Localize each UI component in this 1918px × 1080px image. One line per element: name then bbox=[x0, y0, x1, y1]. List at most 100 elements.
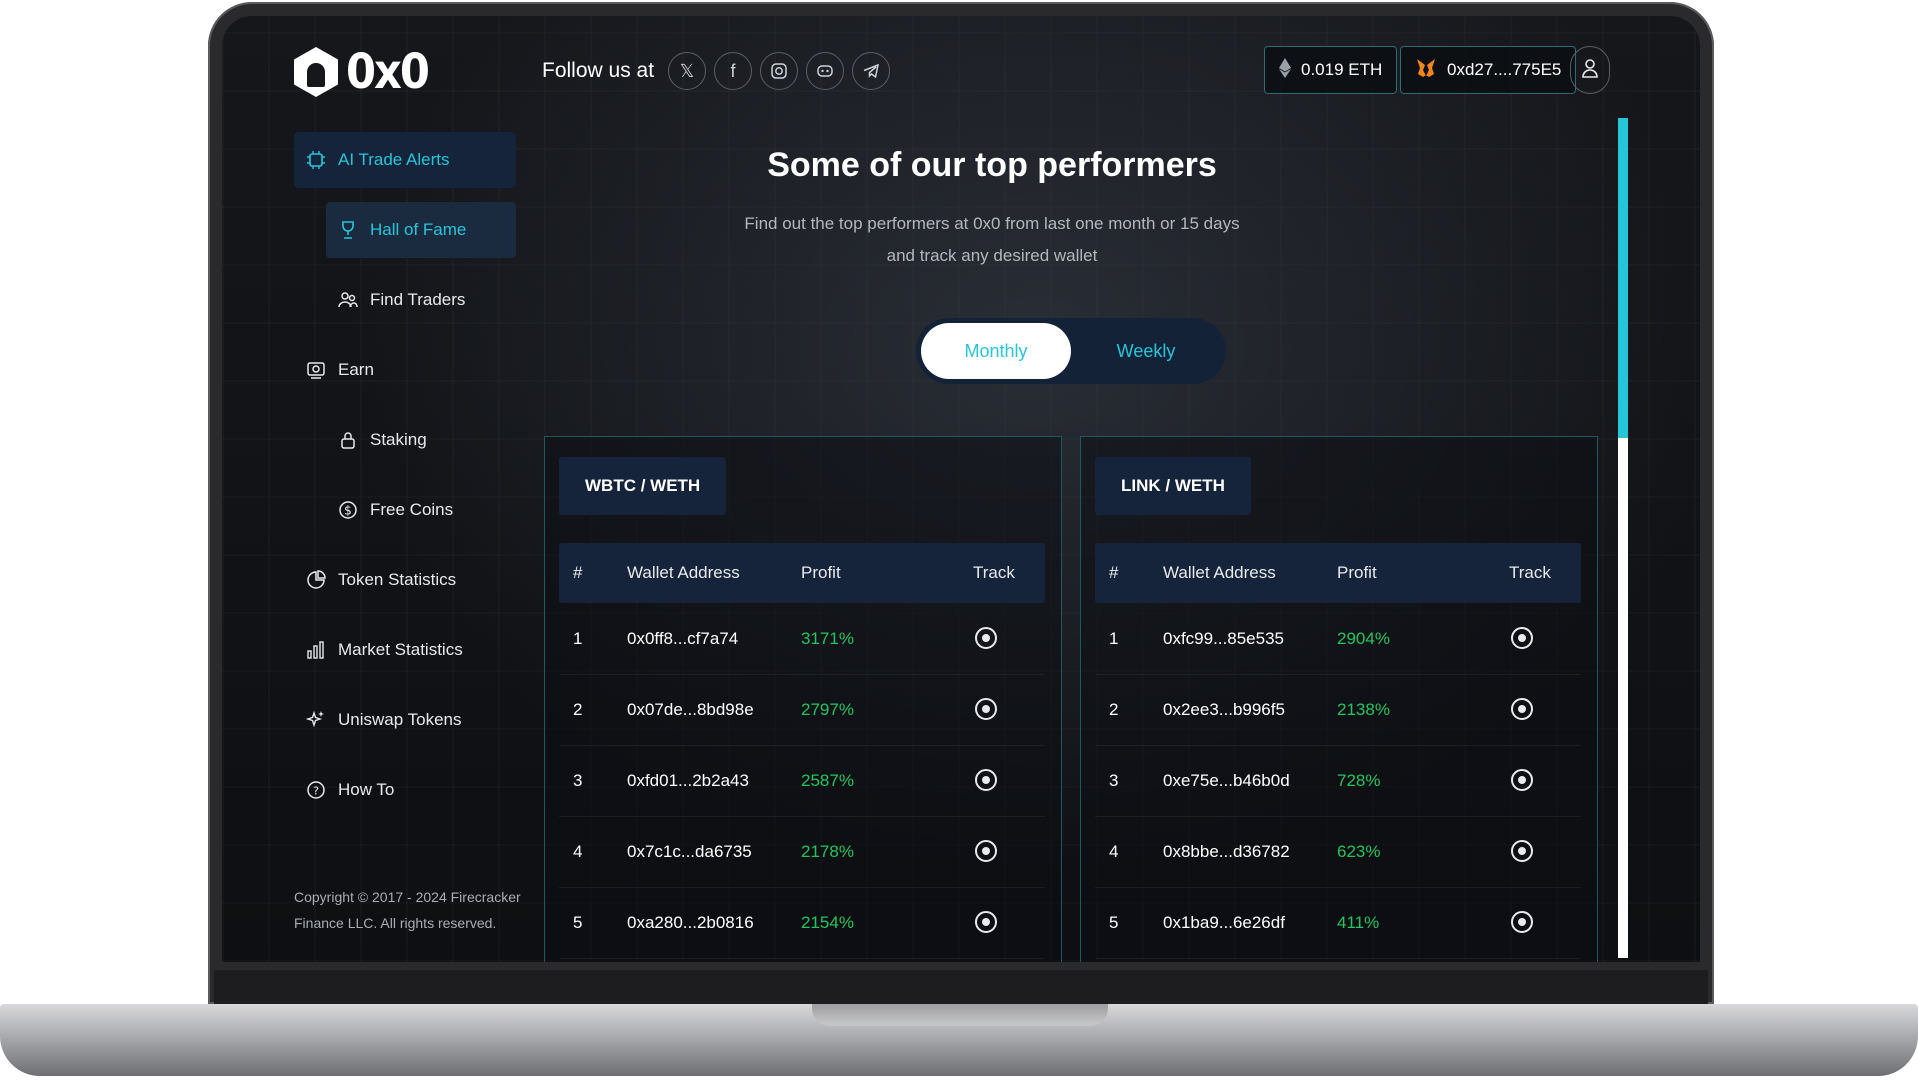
row-profit: 2904% bbox=[1337, 629, 1390, 648]
row-num: 1 bbox=[573, 629, 583, 648]
period-toggle: Monthly Weekly bbox=[916, 318, 1226, 384]
sidebar-item-market-statistics[interactable]: Market Statistics bbox=[294, 622, 516, 678]
header-track: Track bbox=[973, 563, 1015, 582]
sidebar-item-label: Market Statistics bbox=[338, 640, 463, 659]
sidebar-item-find-traders[interactable]: Find Traders bbox=[326, 272, 516, 328]
social-follow-bar: Follow us at 𝕏 f bbox=[542, 52, 891, 90]
track-eye-icon[interactable] bbox=[1511, 627, 1533, 649]
ethereum-icon bbox=[1279, 57, 1291, 83]
table-row: 1 0x0ff8...cf7a74 3171% bbox=[559, 603, 1045, 675]
telegram-icon[interactable] bbox=[852, 52, 891, 90]
row-wallet[interactable]: 0xa280...2b0816 bbox=[627, 887, 754, 958]
row-profit: 2587% bbox=[801, 771, 854, 790]
track-eye-icon[interactable] bbox=[975, 840, 997, 862]
row-wallet[interactable]: 0x8bbe...d36782 bbox=[1163, 816, 1290, 887]
row-profit: 2178% bbox=[801, 842, 854, 861]
bar-chart-icon bbox=[306, 640, 326, 660]
sidebar-item-label: Find Traders bbox=[370, 290, 466, 309]
track-eye-icon[interactable] bbox=[1511, 698, 1533, 720]
table-row: 3 0xe75e...b46b0d 728% bbox=[1095, 745, 1581, 817]
row-num: 5 bbox=[573, 913, 583, 932]
sidebar-item-token-statistics[interactable]: Token Statistics bbox=[294, 552, 516, 608]
table-row: 2 0x07de...8bd98e 2797% bbox=[559, 674, 1045, 746]
table-row: 5 0x1ba9...6e26df 411% bbox=[1095, 887, 1581, 959]
header-profit: Profit bbox=[1337, 563, 1377, 582]
page-title: Some of our top performers bbox=[767, 146, 1217, 184]
brand-logo[interactable]: 0x0 bbox=[294, 44, 430, 100]
row-wallet[interactable]: 0x7c1c...da6735 bbox=[627, 816, 752, 887]
copyright-text: Copyright © 2017 - 2024 Firecracker Fina… bbox=[294, 889, 521, 931]
row-num: 5 bbox=[1109, 913, 1119, 932]
row-wallet[interactable]: 0x07de...8bd98e bbox=[627, 674, 754, 745]
row-wallet[interactable]: 0xfd01...2b2a43 bbox=[627, 745, 749, 816]
sidebar-item-hall-of-fame[interactable]: Hall of Fame bbox=[326, 202, 516, 258]
row-wallet[interactable]: 0x2ee3...b996f5 bbox=[1163, 674, 1285, 745]
sidebar-item-uniswap-tokens[interactable]: Uniswap Tokens bbox=[294, 692, 516, 748]
row-num: 1 bbox=[1109, 629, 1119, 648]
track-eye-icon[interactable] bbox=[1511, 911, 1533, 933]
earn-icon bbox=[306, 360, 326, 380]
sidebar-item-free-coins[interactable]: $ Free Coins bbox=[326, 482, 516, 538]
sidebar-item-label: Uniswap Tokens bbox=[338, 710, 462, 729]
dollar-coin-icon: $ bbox=[338, 500, 358, 520]
sidebar-item-how-to[interactable]: ? How To bbox=[294, 762, 516, 818]
track-eye-icon[interactable] bbox=[975, 698, 997, 720]
row-wallet[interactable]: 0x0ff8...cf7a74 bbox=[627, 603, 738, 674]
follow-label: Follow us at bbox=[542, 59, 655, 82]
eth-balance: 0.019 ETH bbox=[1301, 60, 1383, 79]
svg-text:$: $ bbox=[344, 504, 352, 518]
row-profit: 623% bbox=[1337, 842, 1381, 861]
users-icon bbox=[338, 290, 358, 310]
performer-card-wbtc-weth: WBTC / WETH # Wallet Address Profit Trac… bbox=[544, 436, 1062, 962]
sidebar-item-staking[interactable]: Staking bbox=[326, 412, 516, 468]
track-eye-icon[interactable] bbox=[1511, 840, 1533, 862]
row-num: 3 bbox=[1109, 771, 1119, 790]
header-num: # bbox=[1109, 563, 1119, 582]
instagram-icon[interactable] bbox=[760, 52, 799, 90]
row-num: 2 bbox=[573, 700, 583, 719]
row-profit: 411% bbox=[1337, 913, 1380, 932]
laptop-bezel bbox=[214, 970, 1708, 1004]
wallet-address: 0xd27....775E5 bbox=[1447, 60, 1562, 79]
row-profit: 2138% bbox=[1337, 700, 1390, 719]
track-eye-icon[interactable] bbox=[975, 911, 997, 933]
header-num: # bbox=[573, 563, 583, 582]
row-wallet[interactable]: 0x1ba9...6e26df bbox=[1163, 887, 1285, 958]
page-scrollbar[interactable] bbox=[1618, 118, 1628, 958]
toggle-monthly[interactable]: Monthly bbox=[921, 323, 1071, 379]
user-profile-button[interactable] bbox=[1570, 46, 1610, 94]
wallet-address-pill[interactable]: 0xd27....775E5 bbox=[1400, 46, 1577, 94]
table-row: 2 0x2ee3...b996f5 2138% bbox=[1095, 674, 1581, 746]
row-num: 2 bbox=[1109, 700, 1119, 719]
facebook-icon[interactable]: f bbox=[714, 52, 753, 90]
eth-balance-pill[interactable]: 0.019 ETH bbox=[1264, 46, 1398, 94]
discord-icon[interactable] bbox=[806, 52, 845, 90]
sidebar-item-ai-trade-alerts[interactable]: AI Trade Alerts bbox=[294, 132, 516, 188]
pair-tag: WBTC / WETH bbox=[559, 457, 727, 515]
laptop-notch bbox=[812, 1004, 1108, 1026]
sidebar-item-earn[interactable]: Earn bbox=[294, 342, 516, 398]
row-profit: 728% bbox=[1337, 771, 1381, 790]
toggle-weekly[interactable]: Weekly bbox=[1071, 323, 1221, 379]
row-profit: 2797% bbox=[801, 700, 854, 719]
trophy-icon bbox=[338, 220, 358, 240]
sidebar-item-label: Hall of Fame bbox=[370, 220, 467, 239]
table-row: 3 0xfd01...2b2a43 2587% bbox=[559, 745, 1045, 817]
sparkles-icon bbox=[305, 710, 326, 730]
app-screen: 0x0 AI Trade Alerts Hall of Fame Find Tr… bbox=[222, 16, 1700, 962]
sidebar-item-label: Token Statistics bbox=[338, 570, 457, 589]
track-eye-icon[interactable] bbox=[975, 627, 997, 649]
logo-mark-icon bbox=[294, 47, 338, 97]
header-wallet: Wallet Address bbox=[627, 563, 740, 582]
performer-card-link-weth: LINK / WETH # Wallet Address Profit Trac… bbox=[1080, 436, 1598, 962]
track-eye-icon[interactable] bbox=[975, 769, 997, 791]
track-eye-icon[interactable] bbox=[1511, 769, 1533, 791]
sidebar-item-label: AI Trade Alerts bbox=[338, 150, 450, 169]
row-wallet[interactable]: 0xfc99...85e535 bbox=[1163, 603, 1284, 674]
x-icon[interactable]: 𝕏 bbox=[668, 52, 707, 90]
sidebar-item-label: Earn bbox=[338, 360, 374, 379]
logo-text: 0x0 bbox=[346, 44, 430, 100]
metamask-fox-icon bbox=[1415, 58, 1437, 83]
scrollbar-thumb[interactable] bbox=[1618, 118, 1628, 438]
row-wallet[interactable]: 0xe75e...b46b0d bbox=[1163, 745, 1290, 816]
